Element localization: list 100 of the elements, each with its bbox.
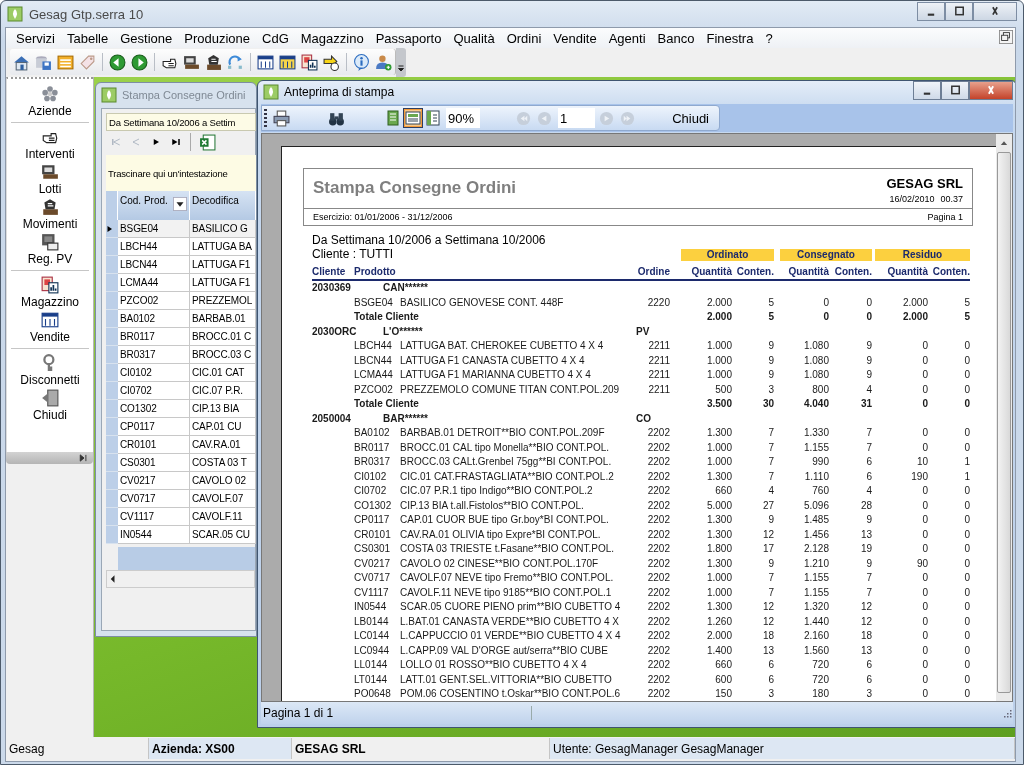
minimize-icon[interactable] [913,81,941,100]
quantity-value: 12 [859,614,872,629]
print-icon[interactable] [273,109,290,127]
keyboard-icon[interactable] [183,53,200,71]
status-text: Gesag [6,738,149,759]
menu-item[interactable]: Qualità [447,28,501,48]
sidebar-item[interactable]: Aziende [28,85,72,118]
menu-item[interactable]: Ordini [500,28,548,48]
whole-page-icon[interactable] [425,110,441,126]
product-description: PREZZEMOLO COMUNE TITAN CONT.POL.209 [400,382,621,397]
user-add-icon[interactable] [375,53,392,71]
single-page-icon[interactable] [385,110,401,126]
scrollbar-thumb[interactable] [997,152,1011,693]
table-cell: CO1302 [118,400,190,418]
sidebar-item[interactable]: Chiudi [33,389,67,422]
product-code: BSGE04 [354,295,394,310]
menu-item[interactable]: CdG [256,28,295,48]
collapse-icon[interactable] [79,453,89,463]
calendar-icon[interactable] [257,53,274,71]
table-cell: LBCN44 [118,256,190,274]
menu-item[interactable]: Banco [651,28,701,48]
resize-grip-icon[interactable] [1001,707,1013,719]
database-icon[interactable] [35,53,52,71]
info-icon[interactable] [353,53,370,71]
page-width-icon[interactable] [405,110,421,126]
menu-item[interactable]: Finestra [700,28,760,48]
column-header[interactable]: Cod. Prod. [118,191,190,220]
arrow-icon[interactable] [323,53,340,71]
quantity-value: 9 [865,556,872,571]
maximize-icon[interactable] [945,1,973,21]
overflow-icon[interactable] [397,63,405,74]
list-icon[interactable] [57,53,74,71]
zoom-field[interactable]: 90% [446,108,480,128]
menu-item[interactable]: Produzione [178,28,257,48]
table-cell: BA0102 [118,310,190,328]
quantity-value: 660 [714,484,732,498]
product-description: L.BAT.01 CANASTA VERDE**BIO CUBETTO 4 X [400,614,620,629]
quantity-value: 7 [767,426,774,440]
restore-icon[interactable] [999,29,1013,44]
spreadsheet-icon[interactable] [199,133,216,151]
menu-item[interactable]: Gestione [114,28,179,48]
quantity-value: 1.080 [802,368,829,382]
quantity-value: 0 [921,571,928,585]
quantity-value: 9 [767,368,774,382]
client-code: 2050004 [312,411,352,426]
maximize-icon[interactable] [941,81,969,100]
menu-item[interactable]: Tabelle [61,28,115,48]
column-header[interactable]: Decodifica [190,191,256,220]
column-header: Quantità [886,265,928,279]
menu-item[interactable]: ? [759,28,779,48]
last-icon[interactable] [170,136,182,148]
menu-item[interactable]: Passaporto [369,28,448,48]
quantity-value: 660 [714,658,732,672]
sidebar-item[interactable]: Reg. PV [27,233,73,266]
quantity-value: 0 [921,614,928,629]
order-number: 2202 [646,687,670,701]
menu-item[interactable]: Magazzino [294,28,370,48]
keyboard-icon [41,163,59,181]
minimize-icon[interactable] [917,1,945,21]
close-icon[interactable] [969,81,1013,100]
quantity-value: 0 [963,672,970,687]
quantity-value: 6 [865,455,872,469]
quantity-value: 9 [767,513,774,527]
sidebar-item[interactable]: Vendite [29,311,70,344]
quantity-value: 9 [767,353,774,368]
chart-document-icon[interactable] [301,53,318,71]
menu-item[interactable]: Agenti [602,28,652,48]
sidebar-item[interactable]: Disconnetti [20,354,80,387]
row-indicator [106,454,118,472]
menu-item[interactable]: Servizi [10,28,61,48]
product-description: CIC.01 CAT.FRASTAGLIATA**BIO CONT.POL.2 [400,469,615,484]
quantity-value: 0 [921,498,928,513]
quantity-value: 18 [761,629,774,643]
quantity-value: 13 [761,643,774,658]
sidebar-item[interactable]: Movimenti [22,198,78,231]
quantity-value: 1 [963,455,970,469]
sidebar-item[interactable]: Lotti [38,163,62,196]
home-icon[interactable] [13,53,30,71]
quantity-value: 19 [859,542,872,556]
page-field[interactable]: 1 [558,108,595,128]
order-number: 2202 [646,440,670,455]
refresh-icon[interactable] [227,53,244,71]
calendar-icon[interactable] [279,53,296,71]
quantity-value: 10 [915,455,928,469]
total-value: 0 [865,310,872,324]
menu-item[interactable]: Vendite [547,28,603,48]
column-group-header: Residuo [875,249,970,261]
product-description: CAP.01 CUOR BUE tipo Gr.boy*BI CONT.POL. [400,513,610,527]
quantity-value: 0 [921,440,928,455]
print-time: 00.37 [940,194,963,204]
close-icon[interactable] [973,1,1017,21]
dropdown-icon[interactable] [173,195,187,213]
order-number: 2202 [646,542,670,556]
sidebar-item[interactable]: Magazzino [21,276,79,309]
sidebar-item[interactable]: Interventi [25,128,75,161]
quantity-value: 1 [963,469,970,484]
close-button[interactable]: Chiudi [666,109,715,127]
table-cell: BR0317 [118,346,190,364]
quantity-value: 5.000 [705,498,732,513]
quantity-value: 0 [822,295,829,310]
